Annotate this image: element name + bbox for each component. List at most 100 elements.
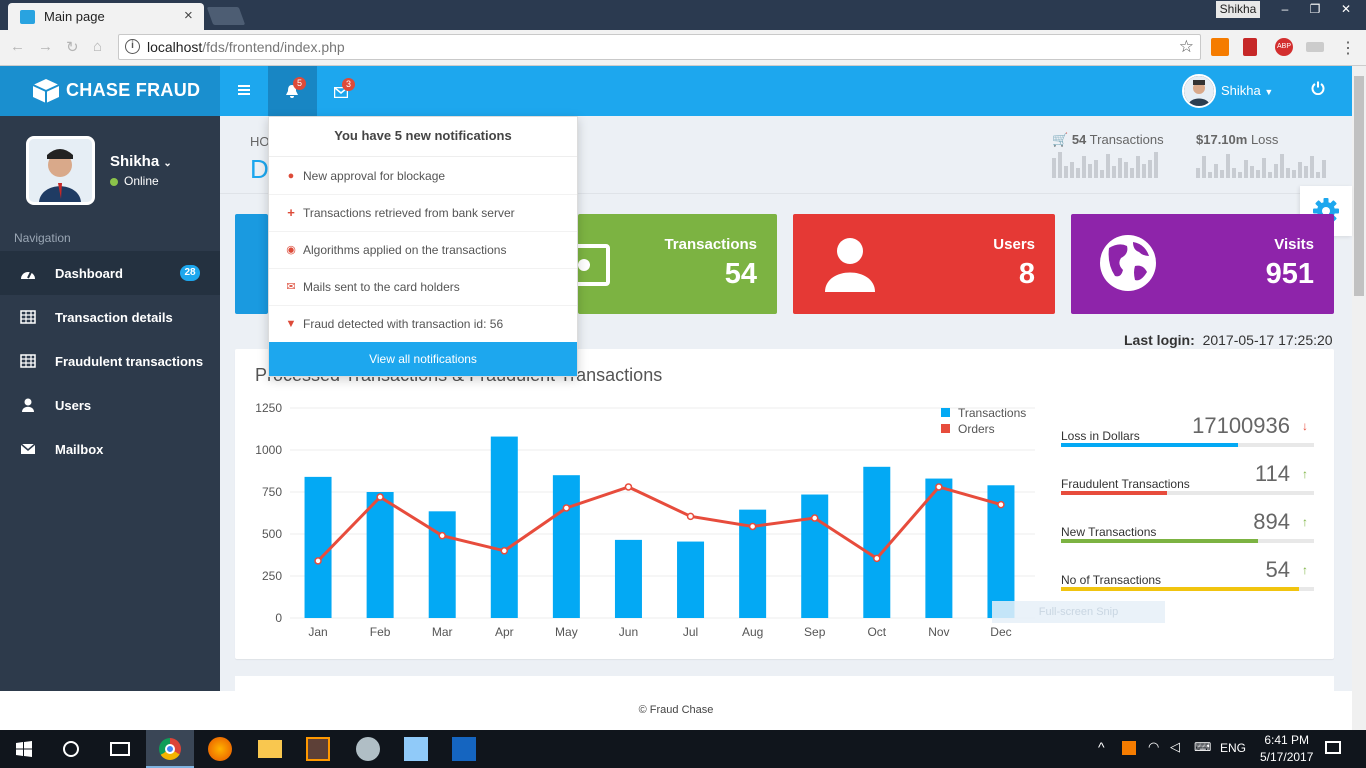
messages-button[interactable]: 3 <box>326 78 356 106</box>
sidebar: Shikha ⌄ Online Navigation Dashboard 28 … <box>0 116 220 691</box>
photos-icon[interactable] <box>404 737 428 761</box>
page-footer: © Fraud Chase <box>0 691 1352 730</box>
site-info-icon[interactable]: i <box>125 39 140 54</box>
address-bar[interactable]: i localhost/fds/frontend/index.php ☆ <box>118 34 1201 60</box>
volume-icon[interactable]: ◁ <box>1170 739 1180 755</box>
legend-label: Transactions <box>958 406 1026 420</box>
progress-track <box>1061 587 1314 591</box>
y-tick-label: 250 <box>262 569 282 583</box>
new-tab-button[interactable] <box>206 7 246 25</box>
user-avatar[interactable] <box>1182 74 1216 108</box>
xampp-tray-icon[interactable] <box>1122 741 1136 755</box>
taskbar-chrome-button[interactable] <box>146 730 194 768</box>
profile-status: Online <box>110 174 159 188</box>
line-point <box>376 493 384 501</box>
sidebar-item-transaction-details[interactable]: Transaction details <box>0 295 220 339</box>
view-all-notifications-link[interactable]: View all notifications <box>269 342 577 376</box>
bar-line-chart: 0 250 500 750 1000 1250 Jan Feb Mar Apr May Jun Jul A… <box>255 401 1035 639</box>
message-count-badge: 3 <box>342 78 355 91</box>
notification-count-badge: 5 <box>293 77 306 90</box>
search-icon[interactable] <box>63 741 79 757</box>
x-tick-label: Jan <box>308 625 327 639</box>
task-view-icon[interactable] <box>110 742 130 756</box>
sublime-text-icon[interactable] <box>306 737 330 761</box>
progress-track <box>1061 443 1314 447</box>
extension-book-icon[interactable] <box>1243 38 1257 56</box>
forward-icon[interactable]: → <box>38 38 53 55</box>
wifi-icon[interactable]: ◠ <box>1148 739 1159 755</box>
notification-item[interactable]: ● New approval for blockage <box>269 158 577 195</box>
bar <box>552 475 580 618</box>
tray-chevron-icon[interactable]: ^ <box>1098 739 1105 755</box>
back-icon[interactable]: ← <box>10 38 25 55</box>
adblock-icon[interactable]: ABP <box>1275 38 1293 56</box>
sidebar-item-dashboard[interactable]: Dashboard 28 <box>0 251 220 295</box>
sidebar-item-users[interactable]: Users <box>0 383 220 427</box>
header-stat-loss: $17.10m Loss <box>1196 132 1279 147</box>
sidebar-item-fraudulent-transactions[interactable]: Fraudulent transactions <box>0 339 220 383</box>
sidebar-item-mailbox[interactable]: Mailbox <box>0 427 220 471</box>
line-point <box>314 557 322 565</box>
action-center-icon[interactable] <box>1325 741 1341 754</box>
card-users[interactable]: Users 8 <box>793 214 1055 314</box>
close-window-button[interactable]: ✕ <box>1326 0 1366 18</box>
x-tick-label: Apr <box>495 625 514 639</box>
minimize-button[interactable]: – <box>1270 0 1300 18</box>
chevron-down-icon: ⌄ <box>163 158 172 169</box>
notifications-button[interactable]: 5 <box>268 66 317 116</box>
browser-profile-button[interactable]: Shikha <box>1216 1 1260 18</box>
notification-text: Transactions retrieved from bank server <box>303 206 515 220</box>
profile-name[interactable]: Shikha ⌄ <box>110 153 172 170</box>
browser-tab[interactable]: Main page × <box>8 3 204 30</box>
reload-icon[interactable]: ↻ <box>66 38 79 56</box>
sidebar-toggle-button[interactable] <box>232 78 256 104</box>
extension-cast-icon[interactable] <box>1306 42 1324 52</box>
sidebar-item-label: Transaction details <box>55 310 173 325</box>
scrollbar-thumb[interactable] <box>1354 76 1364 296</box>
tab-close-button[interactable]: × <box>184 7 193 24</box>
url-text: localhost/fds/frontend/index.php <box>147 39 345 55</box>
snipping-tool-icon[interactable] <box>356 737 380 761</box>
line-point <box>438 531 446 540</box>
extension-icon[interactable] <box>1211 38 1229 56</box>
input-method-icon[interactable]: ⌨ <box>1194 740 1211 754</box>
online-dot-icon <box>110 177 118 186</box>
x-tick-label: Aug <box>742 625 763 639</box>
bar <box>801 494 829 618</box>
x-tick-label: Nov <box>928 625 949 639</box>
sidebar-item-label: Fraudulent transactions <box>55 354 204 369</box>
notification-item[interactable]: ▼ Fraud detected with transaction id: 56 <box>269 306 577 343</box>
language-indicator[interactable]: ENG <box>1220 741 1246 755</box>
file-explorer-icon[interactable] <box>258 740 282 758</box>
remote-desktop-icon[interactable] <box>452 737 476 761</box>
bookmark-star-icon[interactable]: ☆ <box>1179 37 1194 57</box>
y-tick-label: 0 <box>275 611 282 625</box>
card-transactions[interactable]: Transactions 54 <box>578 214 777 314</box>
power-icon[interactable] <box>1311 81 1325 95</box>
user-menu[interactable]: Shikha ▼ <box>1221 83 1273 98</box>
notification-item[interactable]: ◉ Algorithms applied on the transactions <box>269 232 577 269</box>
notification-item[interactable]: ✉ Mails sent to the card holders <box>269 269 577 306</box>
breadcrumb[interactable]: HO <box>250 134 270 149</box>
x-tick-label: Oct <box>867 625 886 639</box>
firefox-icon[interactable] <box>208 737 232 761</box>
x-tick-label: Jul <box>683 625 698 639</box>
avatar-icon <box>1184 76 1214 106</box>
notification-item[interactable]: + Transactions retrieved from bank serve… <box>269 195 577 232</box>
chrome-icon <box>159 738 181 760</box>
browser-tab-bar: Main page × Shikha – ❐ ✕ <box>0 0 1366 30</box>
tab-favicon-icon <box>20 10 35 24</box>
eye-icon: ◉ <box>286 244 296 256</box>
card-visits[interactable]: Visits 951 <box>1071 214 1334 314</box>
dashboard-count-badge: 28 <box>180 265 200 281</box>
home-icon[interactable]: ⌂ <box>93 38 102 55</box>
notifications-header: You have 5 new notifications <box>269 117 577 157</box>
taskbar-clock[interactable]: 6:41 PM 5/17/2017 <box>1260 732 1313 766</box>
menu-icon[interactable]: ⋮ <box>1340 38 1356 58</box>
windows-start-icon[interactable] <box>16 741 32 757</box>
x-tick-label: Feb <box>370 625 391 639</box>
brand-logo[interactable]: CHASE FRAUD <box>0 66 220 116</box>
chart-panel: Processed Transactions & Fraudulent Tran… <box>235 349 1334 659</box>
progress-value: 54 <box>1265 557 1290 582</box>
progress-track <box>1061 539 1314 543</box>
